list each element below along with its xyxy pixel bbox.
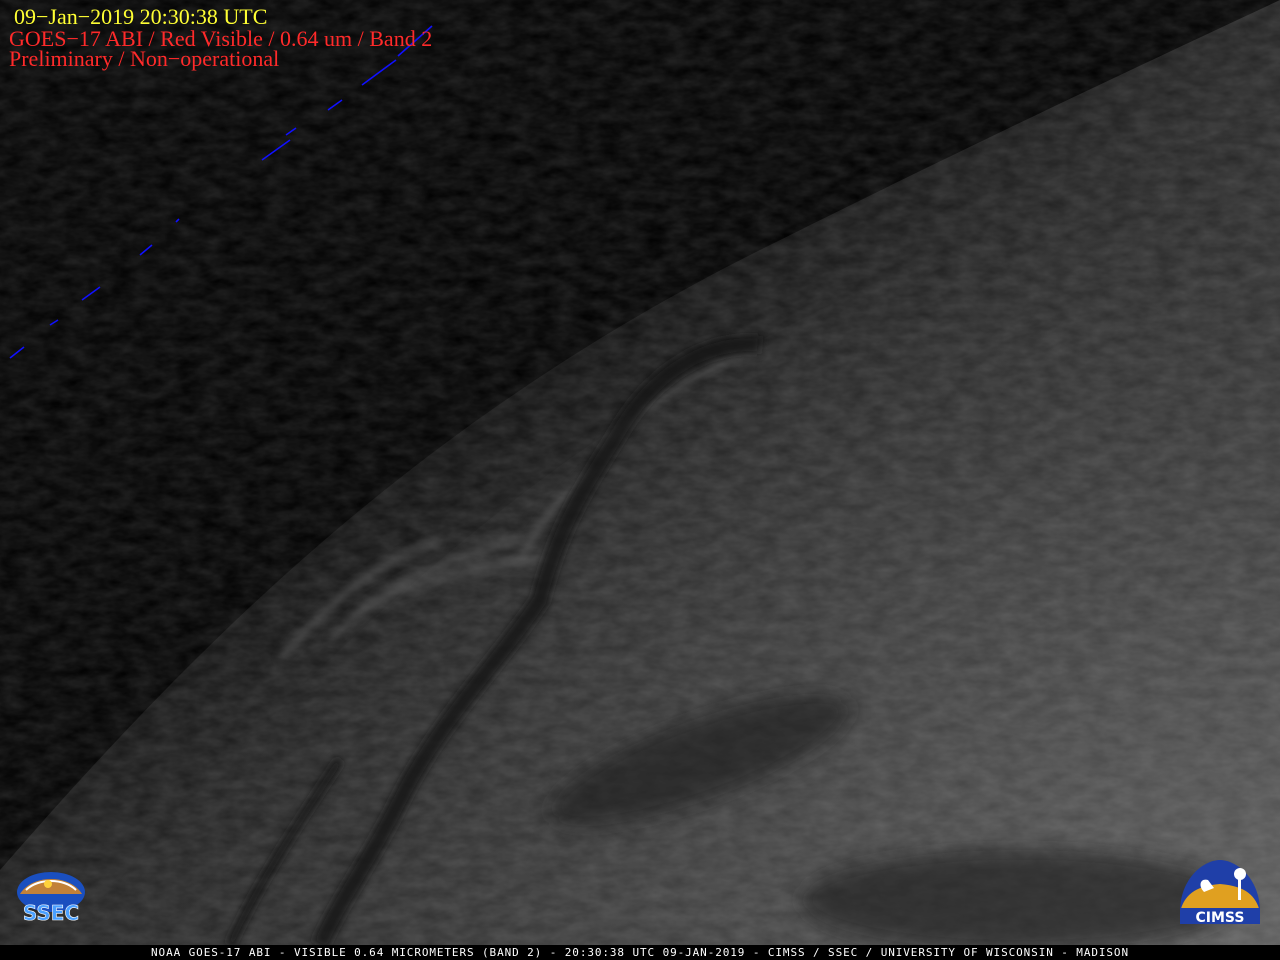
- cimss-logo-text: CIMSS: [1196, 910, 1245, 926]
- timestamp-label: 09−Jan−2019 20:30:38 UTC: [14, 4, 268, 29]
- footer-caption: NOAA GOES-17 ABI - VISIBLE 0.64 MICROMET…: [0, 945, 1280, 960]
- ssec-logo-text: SSEC: [23, 901, 79, 924]
- satellite-image: [0, 0, 1280, 945]
- status-label: Preliminary / Non−operational: [9, 46, 280, 71]
- cimss-logo: CIMSS: [1180, 860, 1260, 926]
- ssec-logo: SSEC: [17, 872, 85, 924]
